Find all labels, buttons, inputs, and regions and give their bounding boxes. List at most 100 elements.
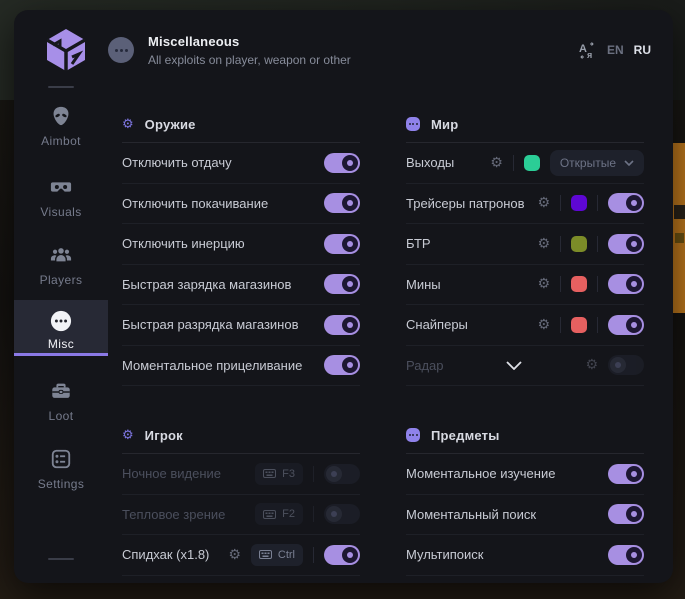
gear-icon[interactable]: ⚙ — [537, 196, 550, 210]
alien-icon — [14, 105, 108, 127]
color-swatch[interactable] — [571, 276, 587, 292]
color-swatch[interactable] — [571, 195, 587, 211]
sidebar-item-misc[interactable]: Misc — [14, 300, 108, 356]
gear-icon: ⚙ — [122, 429, 134, 442]
background-game-object — [672, 143, 685, 313]
keyboard-icon — [263, 510, 276, 519]
section-title: Игрок — [145, 428, 183, 443]
divider — [597, 195, 598, 211]
page-header: Miscellaneous All exploits on player, we… — [108, 10, 673, 90]
sidebar-item-players[interactable]: Players — [14, 244, 108, 287]
divider — [560, 276, 561, 292]
toggle-speedhack[interactable] — [324, 545, 360, 565]
color-swatch[interactable] — [524, 155, 540, 171]
color-swatch[interactable] — [571, 236, 587, 252]
toggle-row-snipers: Снайперы ⚙ — [406, 305, 644, 346]
sidebar-item-visuals[interactable]: Visuals — [14, 176, 108, 219]
ellipsis-circle-icon — [14, 310, 108, 332]
toggle-row-fast-reload: Быстрая зарядка магазинов — [122, 265, 360, 306]
column-right: Мир Выходы ⚙ Открытые Трейсеры патронов … — [406, 90, 644, 576]
divider — [560, 317, 561, 333]
toggle-no-inertia[interactable] — [324, 234, 360, 254]
divider — [313, 506, 314, 522]
toggle-night-vision[interactable] — [324, 464, 360, 484]
page-title: Miscellaneous — [148, 34, 351, 49]
gear-icon[interactable]: ⚙ — [228, 548, 241, 562]
gear-icon[interactable]: ⚙ — [537, 318, 550, 332]
divider — [313, 547, 314, 563]
divider — [560, 236, 561, 252]
toggle-no-recoil[interactable] — [324, 153, 360, 173]
toggle-row-instant-ads: Моментальное прицеливание — [122, 346, 360, 387]
toggle-instant-examine[interactable] — [608, 464, 644, 484]
settings-list-icon — [14, 448, 108, 470]
divider — [597, 236, 598, 252]
toggle-row-btr: БТР ⚙ — [406, 224, 644, 265]
toggle-btr[interactable] — [608, 234, 644, 254]
toggle-row-multisearch: Мультипоиск — [406, 535, 644, 576]
section-title: Мир — [431, 117, 458, 132]
toggle-row-instant-examine: Моментальное изучение — [406, 454, 644, 495]
lang-ru-button[interactable]: RU — [634, 43, 651, 57]
toggle-multisearch[interactable] — [608, 545, 644, 565]
toggle-thermal-vision[interactable] — [324, 504, 360, 524]
cheat-menu-window: Miscellaneous All exploits on player, we… — [14, 10, 673, 583]
gear-icon[interactable]: ⚙ — [490, 156, 503, 170]
items-icon — [406, 428, 420, 442]
players-icon — [14, 244, 108, 266]
hotkey-badge[interactable]: F3 — [255, 463, 303, 485]
keyboard-icon — [263, 469, 276, 478]
exits-dropdown[interactable]: Открытые — [550, 150, 644, 176]
divider — [597, 317, 598, 333]
toggle-bullet-tracers[interactable] — [608, 193, 644, 213]
chevron-down-icon[interactable] — [506, 361, 522, 370]
divider — [513, 155, 514, 171]
gear-icon[interactable]: ⚙ — [585, 358, 598, 372]
toggle-row-no-sway: Отключить покачивание — [122, 184, 360, 225]
toggle-radar[interactable] — [608, 355, 644, 375]
briefcase-icon — [14, 380, 108, 402]
color-swatch[interactable] — [571, 317, 587, 333]
section-world-header: Мир — [406, 112, 644, 136]
translate-icon: A я — [578, 41, 597, 60]
vr-goggles-icon — [14, 176, 108, 198]
toggle-row-fast-unload: Быстрая разрядка магазинов — [122, 305, 360, 346]
sidebar-item-loot[interactable]: Loot — [14, 380, 108, 423]
ellipsis-avatar-icon — [108, 37, 134, 63]
toggle-fast-reload[interactable] — [324, 274, 360, 294]
divider — [560, 195, 561, 211]
toggle-instant-search[interactable] — [608, 504, 644, 524]
lang-en-button[interactable]: EN — [607, 43, 624, 57]
toggle-row-no-inertia: Отключить инерцию — [122, 224, 360, 265]
toggle-row-night-vision: Ночное видение F3 — [122, 454, 360, 495]
toggle-fast-unload[interactable] — [324, 315, 360, 335]
column-left: ⚙ Оружие Отключить отдачу Отключить пока… — [122, 90, 360, 576]
gear-icon[interactable]: ⚙ — [537, 237, 550, 251]
gear-icon[interactable]: ⚙ — [537, 277, 550, 291]
gear-icon: ⚙ — [122, 118, 134, 131]
svg-text:я: я — [587, 50, 592, 60]
hotkey-badge[interactable]: Ctrl — [251, 544, 303, 566]
divider — [313, 466, 314, 482]
app-logo-icon — [40, 23, 92, 77]
section-title: Предметы — [431, 428, 500, 443]
sidebar-item-aimbot[interactable]: Aimbot — [14, 105, 108, 148]
toggle-mines[interactable] — [608, 274, 644, 294]
divider — [597, 276, 598, 292]
sidebar-item-settings[interactable]: Settings — [14, 448, 108, 491]
section-title: Оружие — [145, 117, 196, 132]
hotkey-badge[interactable]: F2 — [255, 503, 303, 525]
toggle-row-instant-search: Моментальный поиск — [406, 495, 644, 536]
section-items-header: Предметы — [406, 423, 644, 447]
toggle-snipers[interactable] — [608, 315, 644, 335]
toggle-no-sway[interactable] — [324, 193, 360, 213]
setting-row-exits: Выходы ⚙ Открытые — [406, 143, 644, 184]
toggle-instant-ads[interactable] — [324, 355, 360, 375]
toggle-row-no-recoil: Отключить отдачу — [122, 143, 360, 184]
toggle-row-radar: Радар ⚙ — [406, 346, 644, 387]
toggle-row-mines: Мины ⚙ — [406, 265, 644, 306]
chevron-down-icon — [624, 160, 634, 166]
section-player-header: ⚙ Игрок — [122, 423, 360, 447]
page-subtitle: All exploits on player, weapon or other — [148, 53, 351, 67]
sidebar-divider — [48, 558, 74, 560]
